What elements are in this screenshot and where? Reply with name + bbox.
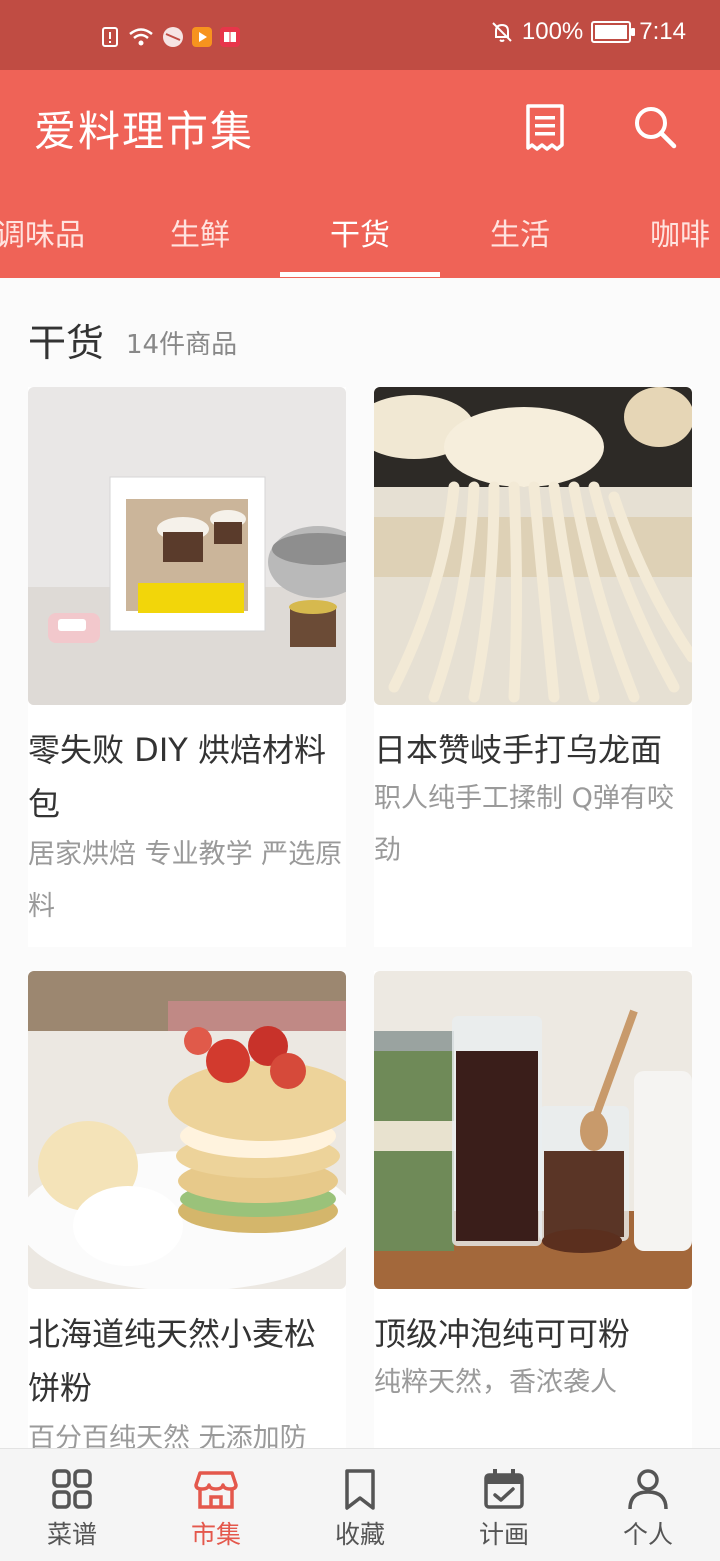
- book-app-icon: [220, 27, 240, 47]
- tab-coffee[interactable]: 咖啡: [600, 210, 720, 254]
- clock: 7:14: [639, 18, 686, 45]
- nav-market[interactable]: 市集: [144, 1449, 288, 1561]
- product-title: 零失败 DIY 烘焙材料包: [28, 731, 326, 823]
- product-description: 纯粹天然，香浓袭人: [374, 1367, 617, 1398]
- mute-bell-icon: [492, 22, 512, 42]
- nav-label: 个人: [622, 1520, 673, 1549]
- receipt-button[interactable]: [518, 100, 572, 154]
- tab-indicator: [280, 272, 440, 277]
- app-bar: 爱料理市集: [0, 70, 720, 188]
- product-title: 日本赞岐手打乌龙面: [374, 731, 663, 769]
- product-title: 顶级冲泡纯可可粉: [374, 1315, 631, 1353]
- nav-label: 菜谱: [46, 1520, 97, 1549]
- app-title: 爱料理市集: [34, 107, 255, 156]
- product-card[interactable]: 日本赞岐手打乌龙面 职人纯手工揉制 Q弹有咬劲: [374, 387, 692, 947]
- nav-label: 收藏: [334, 1520, 385, 1549]
- category-tabs: 调味品 生鲜 干货 生活 咖啡: [0, 188, 720, 278]
- tab-living[interactable]: 生活: [440, 210, 600, 254]
- notification-icons: [100, 26, 240, 48]
- bookmark-icon: [345, 1469, 375, 1510]
- tab-fresh[interactable]: 生鲜: [120, 210, 280, 254]
- search-button[interactable]: [628, 100, 682, 154]
- battery-percent: 100%: [521, 18, 584, 45]
- tab-dry-goods[interactable]: 干货: [280, 210, 440, 254]
- system-status: 100% 7:14: [490, 18, 686, 46]
- store-icon: [194, 1471, 238, 1509]
- product-card[interactable]: 北海道纯天然小麦松饼粉 百分百纯天然 无添加防: [28, 971, 346, 1448]
- receipt-icon: [526, 104, 564, 151]
- nav-recipes[interactable]: 菜谱: [0, 1449, 144, 1561]
- calendar-icon: [484, 1469, 524, 1509]
- nav-favorites[interactable]: 收藏: [288, 1449, 432, 1561]
- grid-icon: [52, 1469, 92, 1509]
- tab-seasoning[interactable]: 调味品: [0, 210, 120, 254]
- nav-profile[interactable]: 个人: [576, 1449, 720, 1561]
- product-image-cocoa: [374, 971, 692, 1289]
- nav-plan[interactable]: 计画: [432, 1449, 576, 1561]
- product-title: 北海道纯天然小麦松饼粉: [28, 1315, 317, 1407]
- status-bar: 100% 7:14: [0, 0, 720, 70]
- product-description: 百分百纯天然 无添加防: [28, 1423, 307, 1448]
- nav-label: 计画: [478, 1520, 529, 1549]
- section-count: 14件商品: [126, 330, 238, 360]
- product-card[interactable]: 顶级冲泡纯可可粉 纯粹天然，香浓袭人: [374, 971, 692, 1448]
- video-app-icon: [192, 27, 212, 47]
- product-description: 职人纯手工揉制 Q弹有咬劲: [374, 783, 674, 866]
- battery-icon: [591, 21, 636, 43]
- sim-alert-icon: [102, 27, 118, 47]
- nav-label: 市集: [190, 1520, 241, 1549]
- product-card[interactable]: 零失败 DIY 烘焙材料包 居家烘焙 专业教学 严选原料: [28, 387, 346, 947]
- product-description: 居家烘焙 专业教学 严选原料: [28, 839, 343, 922]
- search-icon: [635, 107, 677, 149]
- wifi-icon: [129, 28, 153, 46]
- product-image-pancake: [28, 971, 346, 1289]
- person-icon: [628, 1469, 668, 1510]
- product-list: 干货 14件商品 零失败 DIY 烘焙材料包 居家烘焙 专业教学 严选原料 日本…: [0, 278, 720, 1448]
- section-title: 干货: [28, 321, 105, 365]
- product-image-udon: [374, 387, 692, 705]
- browser-icon: [163, 27, 183, 47]
- bottom-navigation: 菜谱 市集 收藏 计画 个人: [0, 1448, 720, 1561]
- product-image-baking-kit: [28, 387, 346, 705]
